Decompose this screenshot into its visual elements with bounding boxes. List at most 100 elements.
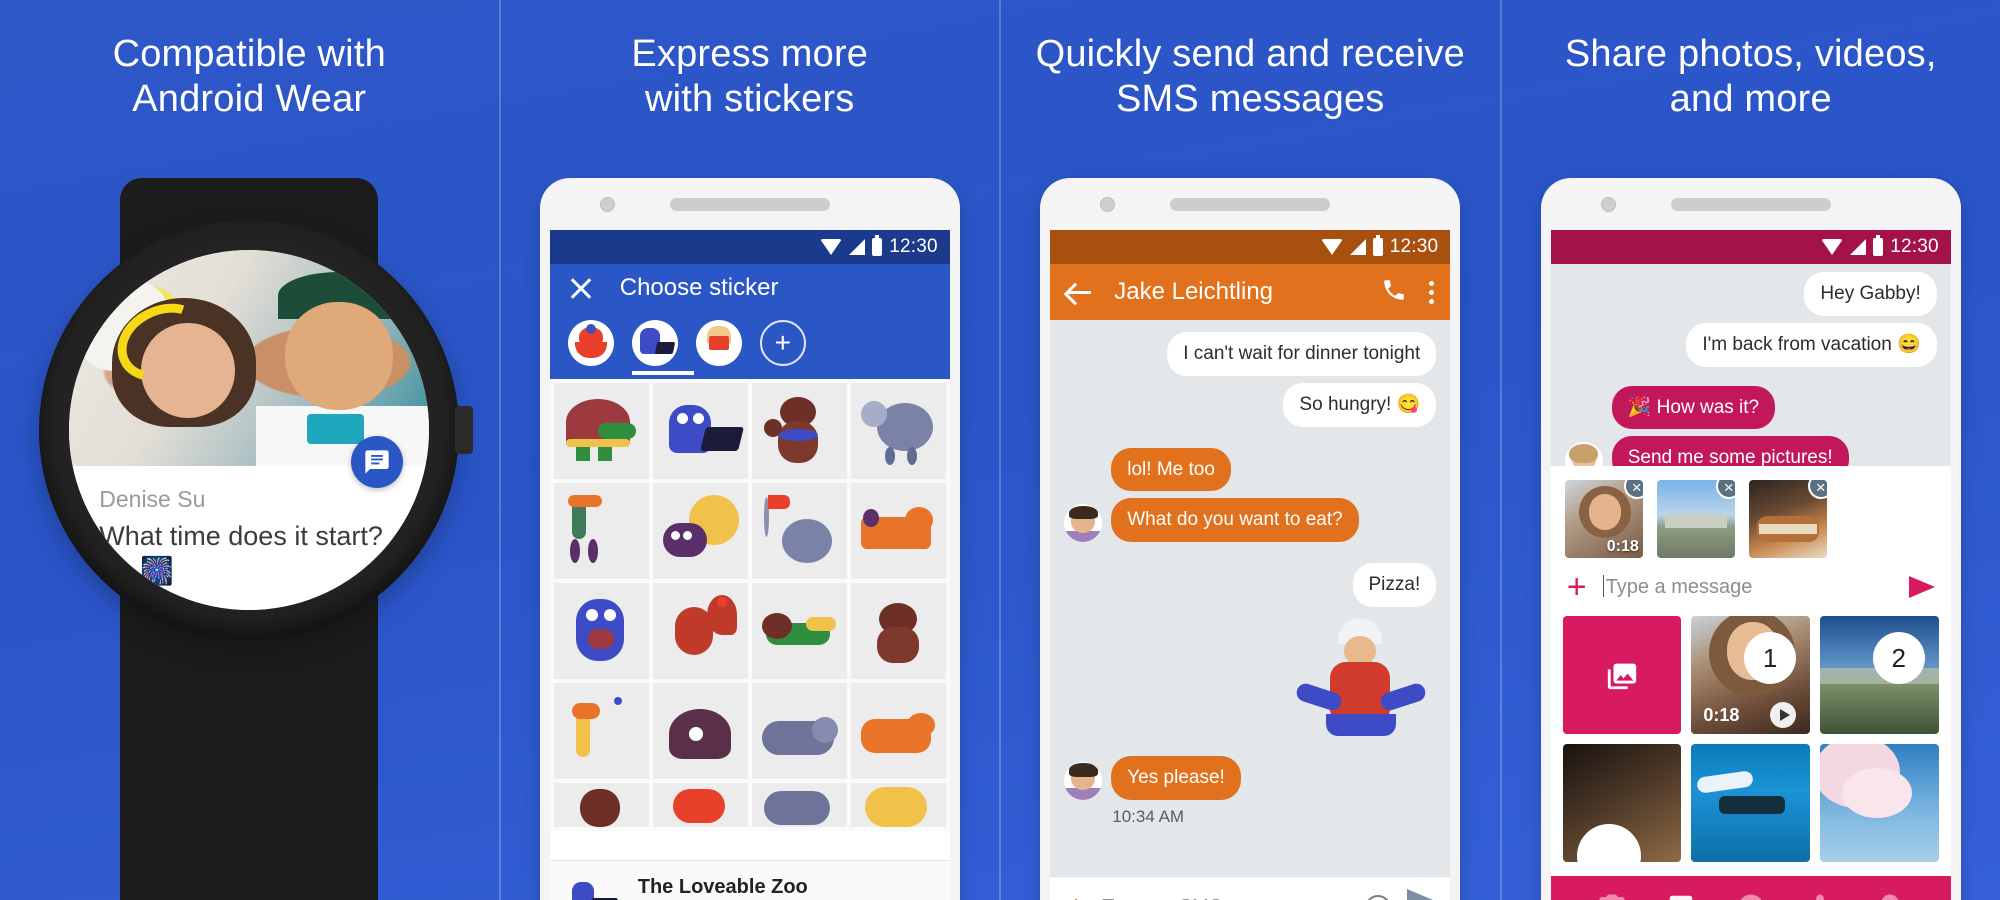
gallery-photo-city[interactable]: 2 [1820,616,1939,734]
android-wear-watch: Denise Su What time does it start? 💃 🎆 [0,178,499,900]
panel-media: Share photos, videos, and more 12:30 Hey… [1499,0,2000,900]
sticker-pack-superhero[interactable] [567,320,614,366]
media-input-placeholder: Type a message [1605,576,1753,598]
sms-composer: + Type an SMS message SMS [1050,876,1451,900]
phone-frame-media: 12:30 Hey Gabby! I'm back from vacation … [1540,178,1961,900]
signal-icon [849,239,866,255]
remove-attachment-icon[interactable]: × [1807,480,1827,499]
sticker-grid [549,379,950,831]
message-bubble-outgoing[interactable]: I'm back from vacation 😄 [1686,322,1937,367]
pizza-chef-sticker[interactable] [1286,614,1436,749]
message-bubble-outgoing[interactable]: Pizza! [1352,563,1437,607]
message-row: What do you want to eat? [1064,498,1436,542]
sticker-yellow-blob[interactable] [850,783,946,827]
add-icon[interactable]: + [1567,570,1587,604]
sticker-appbar: 12:30 Choose sticker + [549,230,950,379]
sticker-giraffe-confetti[interactable] [553,683,649,779]
phone-top-bezel [550,178,950,230]
sticker-squirrel-heart[interactable] [652,583,748,679]
panel-1-headline: Compatible with Android Wear [112,33,386,120]
sticker-bear-waving[interactable] [751,383,847,479]
message-row: I can't wait for dinner tonight [1064,332,1437,376]
microphone-icon[interactable] [1805,892,1835,900]
watch-crown-button[interactable] [455,406,474,454]
message-row: I'm back from vacation 😄 [1565,322,1937,367]
photo-library-icon [1607,663,1637,690]
wifi-icon [1320,239,1343,255]
wifi-icon [820,239,843,255]
watch-face[interactable]: Denise Su What time does it start? 💃 🎆 [69,250,430,610]
gallery-photo-blossom[interactable] [1820,744,1939,862]
sticker-red-bird[interactable] [652,783,748,827]
message-bubble-incoming[interactable]: 🎉 How was it? [1611,385,1776,430]
attachment-strip: 0:18 × × × [1551,466,1951,566]
message-row: So hungry! 😋 [1064,382,1437,427]
contact-photo [69,250,430,466]
more-vert-icon[interactable] [1429,280,1435,304]
sticker-bird[interactable] [553,483,649,579]
battery-icon [872,235,883,256]
sticker-icon[interactable] [1736,892,1766,900]
remove-attachment-icon[interactable]: × [1715,480,1735,499]
signal-icon [1349,239,1366,255]
sticker-pack-footer[interactable]: The Loveable Zoo Created by Robin Davey [549,860,950,900]
send-icon [1407,889,1434,900]
phone-frame-sms: 12:30 Jake Leichtling I can't wait for d… [1040,178,1461,900]
emoji-icon[interactable] [1364,894,1391,900]
panel-2-headline: Express more with stickers [631,33,869,120]
sticker-hedgehog-sun[interactable] [652,483,748,579]
message-row: lol! Me too [1064,447,1436,492]
back-arrow-icon[interactable] [1066,279,1092,305]
play-icon[interactable] [1770,702,1797,728]
gallery-photo-ocean[interactable] [1691,744,1811,862]
message-bubble-incoming[interactable]: lol! Me too [1111,447,1231,492]
media-message-input[interactable]: Type a message [1602,575,1893,599]
phone-frame-stickers: 12:30 Choose sticker + The Loveable Zoo [539,178,960,900]
sticker-turtle[interactable] [553,383,649,479]
sticker-whale[interactable] [751,783,847,827]
send-button[interactable]: SMS [1407,889,1435,900]
sticker-monster-laptop[interactable] [652,383,748,479]
add-icon[interactable]: + [1066,891,1086,900]
sms-message-input[interactable]: Type an SMS message [1102,896,1349,900]
video-duration: 0:18 [1703,705,1740,725]
sticker-bear-brown[interactable] [553,783,649,827]
send-icon[interactable] [1908,576,1935,598]
close-icon[interactable] [568,275,594,301]
attachment-video-selfie[interactable]: 0:18 × [1564,480,1643,558]
panel-android-wear: Compatible with Android Wear Denise Su W… [0,0,499,900]
sticker-fox-orange[interactable] [850,683,946,779]
sticker-fox-bed[interactable] [850,483,946,579]
attachment-photo-city[interactable]: × [1656,480,1735,558]
message-bubble-outgoing[interactable]: Hey Gabby! [1804,272,1937,316]
gallery-video-selfie[interactable]: 1 0:18 [1691,616,1811,734]
sticker-monster-yelling[interactable] [553,583,649,679]
message-bubble-outgoing[interactable]: I can't wait for dinner tonight [1167,332,1437,376]
add-sticker-pack-button[interactable]: + [759,320,806,366]
earpiece-speaker [669,197,830,211]
sticker-crocodile[interactable] [751,583,847,679]
message-bubble-incoming[interactable]: Yes please! [1111,755,1241,800]
wifi-icon [1821,239,1844,255]
sticker-hippo[interactable] [751,683,847,779]
camera-icon[interactable] [1597,892,1627,900]
gallery-photo-food[interactable] [1562,744,1682,862]
media-type-bar [1550,876,1951,900]
message-row: Yes please! [1064,755,1436,800]
remove-attachment-icon[interactable]: × [1623,480,1643,499]
sticker-pack-toast[interactable] [695,320,742,366]
attachment-photo-sandwich[interactable]: × [1748,480,1827,558]
message-bubble-outgoing[interactable]: So hungry! 😋 [1283,382,1437,427]
status-bar: 12:30 [549,230,950,264]
gallery-picker-button[interactable] [1562,616,1682,734]
sticker-elephant[interactable] [850,383,946,479]
phone-call-icon[interactable] [1381,277,1407,308]
message-bubble-incoming[interactable]: What do you want to eat? [1111,498,1359,542]
sticker-pack-monster-laptop[interactable] [631,320,678,366]
sticker-beaver[interactable] [850,583,946,679]
sticker-beetle[interactable] [652,683,748,779]
sticker-pack-title: The Loveable Zoo [637,875,808,898]
gallery-icon[interactable] [1666,892,1696,900]
location-pin-icon[interactable] [1875,892,1905,900]
sticker-elephant-flag[interactable] [751,483,847,579]
